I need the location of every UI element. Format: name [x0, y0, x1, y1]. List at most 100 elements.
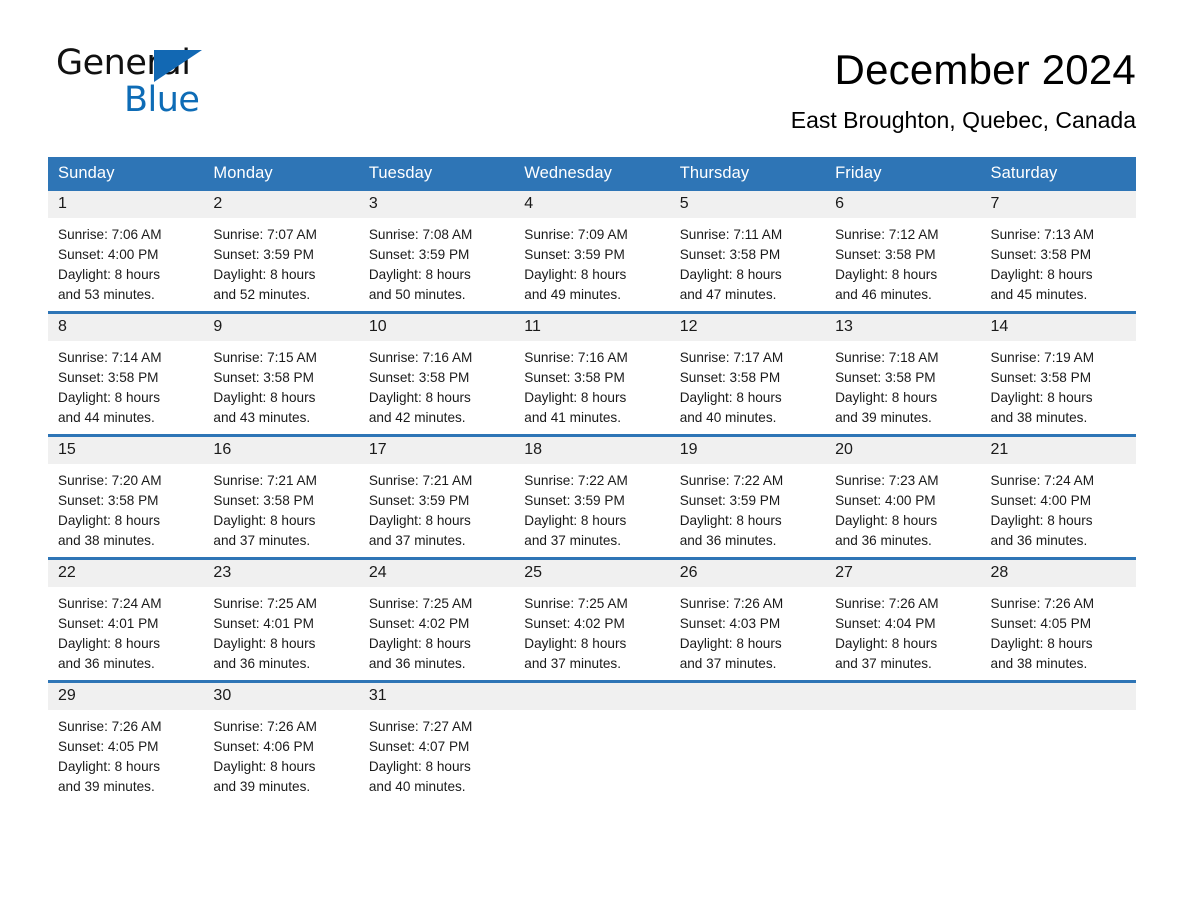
- sunrise-time: Sunrise: 7:18 AM: [835, 349, 939, 365]
- sunset-time: Sunset: 4:06 PM: [213, 738, 314, 754]
- daylight-duration-line-2: and 38 minutes.: [58, 532, 155, 548]
- calendar-day-cell[interactable]: 10 Sunrise: 7:16 AM Sunset: 3:58 PM Dayligh…: [358, 310, 515, 436]
- day-details: Sunrise: 7:16 AM Sunset: 3:58 PM Daylight:…: [359, 341, 514, 428]
- day-cell[interactable]: 18 Sunrise: 7:22 AM Sunset: 3:59 PM Dayligh…: [514, 436, 670, 557]
- calendar-day-cell[interactable]: 27 Sunrise: 7:26 AM Sunset: 4:04 PM Dayligh…: [825, 556, 981, 682]
- day-cell[interactable]: 30 Sunrise: 7:26 AM Sunset: 4:06 PM Dayligh…: [203, 682, 359, 803]
- day-cell[interactable]: 22 Sunrise: 7:24 AM Sunset: 4:01 PM Dayligh…: [48, 559, 204, 680]
- day-header-saturday: Saturday: [980, 156, 1136, 191]
- day-details: Sunrise: 7:22 AM Sunset: 3:59 PM Daylight:…: [514, 464, 669, 551]
- day-cell[interactable]: 13 Sunrise: 7:18 AM Sunset: 3:58 PM Dayligh…: [825, 313, 981, 434]
- calendar-day-cell[interactable]: 24 Sunrise: 7:25 AM Sunset: 4:02 PM Dayligh…: [358, 556, 515, 682]
- calendar-day-cell[interactable]: 22 Sunrise: 7:24 AM Sunset: 4:01 PM Dayligh…: [48, 556, 204, 682]
- day-cell[interactable]: 7 Sunrise: 7:13 AM Sunset: 3:58 PM Daylight…: [980, 190, 1136, 311]
- day-cell[interactable]: 12 Sunrise: 7:17 AM Sunset: 3:58 PM Dayligh…: [669, 313, 826, 434]
- sunrise-time: Sunrise: 7:24 AM: [990, 472, 1095, 488]
- day-cell[interactable]: 3 Sunrise: 7:08 AM Sunset: 3:59 PM Daylight…: [358, 190, 515, 311]
- calendar-day-cell[interactable]: 7 Sunrise: 7:13 AM Sunset: 3:58 PM Daylight…: [980, 190, 1136, 313]
- sunset-time: Sunset: 3:58 PM: [368, 369, 470, 385]
- calendar-day-cell[interactable]: 30 Sunrise: 7:26 AM Sunset: 4:06 PM Dayligh…: [203, 679, 359, 803]
- day-cell[interactable]: 20 Sunrise: 7:23 AM Sunset: 4:00 PM Dayligh…: [825, 436, 981, 557]
- day-header-friday: Friday: [825, 156, 981, 191]
- day-cell[interactable]: 25 Sunrise: 7:25 AM Sunset: 4:02 PM Dayligh…: [514, 559, 670, 680]
- day-cell[interactable]: 24 Sunrise: 7:25 AM Sunset: 4:02 PM Dayligh…: [358, 559, 515, 680]
- sunrise-time: Sunrise: 7:08 AM: [368, 226, 473, 242]
- day-cell[interactable]: 27 Sunrise: 7:26 AM Sunset: 4:04 PM Dayligh…: [825, 559, 981, 680]
- day-cell[interactable]: 16 Sunrise: 7:21 AM Sunset: 3:58 PM Dayligh…: [203, 436, 359, 557]
- day-cell[interactable]: 15 Sunrise: 7:20 AM Sunset: 3:58 PM Dayligh…: [48, 436, 204, 557]
- calendar-day-cell[interactable]: 15 Sunrise: 7:20 AM Sunset: 3:58 PM Dayligh…: [48, 433, 204, 559]
- day-details: Sunrise: 7:21 AM Sunset: 3:58 PM Daylight:…: [203, 464, 358, 551]
- day-details: Sunrise: 7:15 AM Sunset: 3:58 PM Daylight:…: [203, 341, 358, 428]
- day-number: 28: [990, 563, 1009, 581]
- empty-day-cell: [980, 682, 1136, 803]
- day-cell[interactable]: 14 Sunrise: 7:19 AM Sunset: 3:58 PM Dayligh…: [980, 313, 1136, 434]
- day-cell[interactable]: 26 Sunrise: 7:26 AM Sunset: 4:03 PM Dayligh…: [669, 559, 826, 680]
- day-number: 29: [58, 686, 76, 704]
- day-cell[interactable]: 17 Sunrise: 7:21 AM Sunset: 3:59 PM Dayligh…: [358, 436, 515, 557]
- day-number-band: 28: [980, 559, 1136, 587]
- calendar-day-cell[interactable]: 14 Sunrise: 7:19 AM Sunset: 3:58 PM Dayligh…: [980, 310, 1136, 436]
- calendar-day-cell[interactable]: 8 Sunrise: 7:14 AM Sunset: 3:58 PM Daylight…: [48, 310, 204, 436]
- calendar-day-cell[interactable]: 3 Sunrise: 7:08 AM Sunset: 3:59 PM Daylight…: [358, 190, 515, 313]
- calendar-day-cell[interactable]: 29 Sunrise: 7:26 AM Sunset: 4:05 PM Dayligh…: [48, 679, 204, 803]
- daylight-duration-line-1: Daylight: 8 hours: [835, 512, 938, 528]
- calendar-day-cell[interactable]: [514, 679, 670, 803]
- day-number-band: 31: [358, 682, 515, 710]
- calendar-day-cell[interactable]: 13 Sunrise: 7:18 AM Sunset: 3:58 PM Dayligh…: [825, 310, 981, 436]
- calendar-day-cell[interactable]: [980, 679, 1136, 803]
- calendar-day-cell[interactable]: 19 Sunrise: 7:22 AM Sunset: 3:59 PM Dayligh…: [669, 433, 826, 559]
- calendar-day-cell[interactable]: 28 Sunrise: 7:26 AM Sunset: 4:05 PM Dayligh…: [980, 556, 1136, 682]
- calendar-day-cell[interactable]: 31 Sunrise: 7:27 AM Sunset: 4:07 PM Dayligh…: [358, 679, 515, 803]
- calendar-day-cell[interactable]: 25 Sunrise: 7:25 AM Sunset: 4:02 PM Dayligh…: [514, 556, 670, 682]
- calendar-day-cell[interactable]: 16 Sunrise: 7:21 AM Sunset: 3:58 PM Dayligh…: [203, 433, 359, 559]
- day-cell[interactable]: 29 Sunrise: 7:26 AM Sunset: 4:05 PM Dayligh…: [48, 682, 204, 803]
- day-cell[interactable]: 31 Sunrise: 7:27 AM Sunset: 4:07 PM Dayligh…: [358, 682, 515, 803]
- calendar-day-cell[interactable]: 23 Sunrise: 7:25 AM Sunset: 4:01 PM Dayligh…: [203, 556, 359, 682]
- calendar-day-cell[interactable]: 21 Sunrise: 7:24 AM Sunset: 4:00 PM Dayligh…: [980, 433, 1136, 559]
- sunrise-time: Sunrise: 7:26 AM: [835, 595, 939, 611]
- day-details: Sunrise: 7:19 AM Sunset: 3:58 PM Daylight:…: [981, 341, 1136, 428]
- day-cell[interactable]: 6 Sunrise: 7:12 AM Sunset: 3:58 PM Daylight…: [825, 190, 981, 311]
- calendar-day-cell[interactable]: 17 Sunrise: 7:21 AM Sunset: 3:59 PM Dayligh…: [358, 433, 515, 559]
- day-cell[interactable]: 28 Sunrise: 7:26 AM Sunset: 4:05 PM Dayligh…: [980, 559, 1136, 680]
- day-cell[interactable]: 9 Sunrise: 7:15 AM Sunset: 3:58 PM Daylight…: [203, 313, 359, 434]
- daylight-duration-line-1: Daylight: 8 hours: [835, 389, 938, 405]
- sunset-time: Sunset: 3:58 PM: [990, 246, 1092, 262]
- day-cell[interactable]: 19 Sunrise: 7:22 AM Sunset: 3:59 PM Dayligh…: [669, 436, 826, 557]
- day-cell[interactable]: 2 Sunrise: 7:07 AM Sunset: 3:59 PM Daylight…: [203, 190, 359, 311]
- day-cell[interactable]: 10 Sunrise: 7:16 AM Sunset: 3:58 PM Dayligh…: [358, 313, 515, 434]
- day-details: Sunrise: 7:27 AM Sunset: 4:07 PM Daylight:…: [359, 710, 514, 797]
- day-cell[interactable]: 11 Sunrise: 7:16 AM Sunset: 3:58 PM Dayligh…: [514, 313, 670, 434]
- day-cell[interactable]: 5 Sunrise: 7:11 AM Sunset: 3:58 PM Daylight…: [669, 190, 826, 311]
- calendar-day-cell[interactable]: 9 Sunrise: 7:15 AM Sunset: 3:58 PM Daylight…: [203, 310, 359, 436]
- day-number: 26: [679, 563, 698, 581]
- calendar-day-cell[interactable]: 26 Sunrise: 7:26 AM Sunset: 4:03 PM Dayligh…: [669, 556, 826, 682]
- daylight-duration-line-1: Daylight: 8 hours: [213, 389, 316, 405]
- calendar-day-cell[interactable]: 1 Sunrise: 7:06 AM Sunset: 4:00 PM Daylight…: [48, 190, 204, 313]
- day-cell[interactable]: 4 Sunrise: 7:09 AM Sunset: 3:59 PM Daylight…: [514, 190, 670, 311]
- day-number-band: 3: [358, 190, 515, 218]
- calendar-day-cell[interactable]: 5 Sunrise: 7:11 AM Sunset: 3:58 PM Daylight…: [669, 190, 826, 313]
- day-number-band: 18: [514, 436, 670, 464]
- calendar-day-cell[interactable]: [825, 679, 981, 803]
- calendar-day-cell[interactable]: 6 Sunrise: 7:12 AM Sunset: 3:58 PM Daylight…: [825, 190, 981, 313]
- day-cell[interactable]: 23 Sunrise: 7:25 AM Sunset: 4:01 PM Dayligh…: [203, 559, 359, 680]
- calendar-day-cell[interactable]: 20 Sunrise: 7:23 AM Sunset: 4:00 PM Dayligh…: [825, 433, 981, 559]
- day-of-week-header-row: Sunday Monday Tuesday Wednesday Thursday…: [48, 156, 1136, 191]
- day-cell[interactable]: 21 Sunrise: 7:24 AM Sunset: 4:00 PM Dayligh…: [980, 436, 1136, 557]
- day-cell[interactable]: 1 Sunrise: 7:06 AM Sunset: 4:00 PM Daylight…: [48, 190, 204, 311]
- day-number: 2: [213, 194, 223, 212]
- day-number: 24: [368, 563, 387, 581]
- day-number: 13: [835, 317, 853, 335]
- calendar-day-cell[interactable]: 4 Sunrise: 7:09 AM Sunset: 3:59 PM Daylight…: [514, 190, 670, 313]
- day-number: 4: [524, 194, 534, 212]
- calendar-day-cell[interactable]: 11 Sunrise: 7:16 AM Sunset: 3:58 PM Dayligh…: [514, 310, 670, 436]
- calendar-day-cell[interactable]: 12 Sunrise: 7:17 AM Sunset: 3:58 PM Dayligh…: [669, 310, 826, 436]
- calendar-day-cell[interactable]: 18 Sunrise: 7:22 AM Sunset: 3:59 PM Dayligh…: [514, 433, 670, 559]
- day-details: Sunrise: 7:14 AM Sunset: 3:58 PM Daylight:…: [48, 341, 203, 428]
- calendar-day-cell[interactable]: [669, 679, 826, 803]
- day-details: Sunrise: 7:25 AM Sunset: 4:01 PM Daylight:…: [203, 587, 358, 674]
- day-cell[interactable]: 8 Sunrise: 7:14 AM Sunset: 3:58 PM Daylight…: [48, 313, 204, 434]
- calendar-day-cell[interactable]: 2 Sunrise: 7:07 AM Sunset: 3:59 PM Daylight…: [203, 190, 359, 313]
